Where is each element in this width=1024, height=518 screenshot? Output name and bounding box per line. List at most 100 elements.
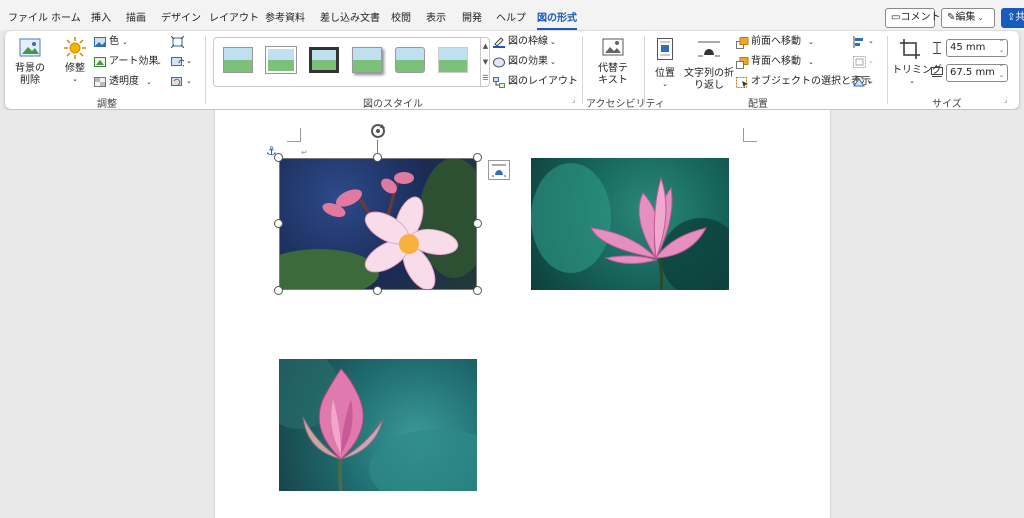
image-lotus-bud[interactable] [279, 359, 477, 491]
group-divider [644, 36, 645, 104]
resize-handle-left[interactable] [274, 219, 283, 228]
rotate-handle-icon[interactable] [370, 123, 386, 139]
group-label-picture-styles: 図のスタイル [363, 99, 423, 110]
change-picture-icon [171, 57, 184, 67]
tab-file[interactable]: ファイル [8, 12, 48, 26]
chevron-down-icon: ⌄ [122, 38, 128, 46]
chevron-down-icon: ⌄ [662, 80, 668, 88]
tab-design[interactable]: デザイン [161, 12, 201, 26]
sun-icon [64, 37, 86, 59]
resize-handle-bottom[interactable] [373, 286, 382, 295]
chevron-down-icon: ⌄ [186, 77, 192, 85]
style-thumbnail-4[interactable] [352, 47, 382, 73]
reset-picture-button[interactable]: ⌄ [169, 75, 193, 89]
chevron-down-icon: ⌄ [156, 58, 162, 66]
tab-review[interactable]: 校閲 [391, 12, 411, 26]
style-thumbnail-1[interactable] [223, 47, 253, 73]
selection-frame [279, 158, 477, 290]
resize-handle-top[interactable] [373, 153, 382, 162]
align-icon [853, 36, 863, 48]
layout-options-button[interactable] [488, 160, 510, 180]
tab-developer[interactable]: 開発 [462, 12, 482, 26]
selection-pane-icon [736, 77, 748, 88]
picture-color-icon [94, 37, 106, 47]
tab-draw[interactable]: 描画 [126, 12, 146, 26]
crop-button[interactable]: トリミング ⌄ [892, 35, 942, 91]
picture-border-button[interactable]: 図の枠線 ⌄ [493, 36, 573, 52]
color-button[interactable]: 色 ⌄ [94, 36, 154, 52]
height-icon [933, 42, 941, 54]
remove-background-button[interactable]: 背景の 削除 [10, 35, 50, 91]
chevron-down-icon: ⌄ [568, 78, 574, 86]
width-input[interactable]: 67.5 mm [946, 64, 1008, 82]
transparency-icon [94, 77, 106, 87]
margin-mark-top-left [287, 128, 301, 142]
corrections-button[interactable]: 修整 ⌄ [57, 35, 93, 91]
image-lotus-open[interactable] [531, 158, 729, 290]
art-effects-icon [94, 57, 106, 67]
send-backward-icon [736, 57, 749, 69]
align-button[interactable]: ⌄ [851, 35, 877, 51]
group-label-adjust: 調整 [97, 99, 117, 110]
lotus-open-illustration [531, 163, 729, 290]
position-icon [657, 38, 673, 60]
wrap-text-button[interactable]: 文字列の折 り返し [683, 35, 735, 91]
chevron-down-icon: ⌄ [146, 78, 152, 86]
tab-view[interactable]: 表示 [426, 12, 446, 26]
share-button[interactable]: ⇪共 [1001, 8, 1024, 28]
bring-forward-button[interactable]: 前面へ移動 ⌄ [736, 36, 816, 52]
style-thumbnail-6[interactable] [438, 47, 468, 73]
chevron-down-icon: ⌄ [550, 38, 556, 46]
tab-insert[interactable]: 挿入 [91, 12, 111, 26]
tab-references[interactable]: 参考資料 [265, 12, 305, 26]
style-thumbnail-2[interactable] [265, 46, 297, 74]
anchor-icon[interactable]: ⚓ [266, 144, 277, 158]
gallery-scroll-down[interactable]: ▼ [480, 54, 490, 70]
gallery-more[interactable]: ☰ [480, 70, 490, 87]
alt-text-button[interactable]: 代替テ キスト [593, 35, 633, 91]
gallery-scroll-up[interactable]: ▲ [480, 38, 490, 54]
chevron-down-icon: ⌄ [868, 57, 874, 65]
position-button[interactable]: 位置 ⌄ [648, 35, 682, 91]
height-input[interactable]: 45 mm [946, 39, 1008, 57]
dialog-launcher-icon[interactable]: ⌟ [1004, 96, 1007, 104]
group-objects-button[interactable]: ⌄ [851, 55, 877, 71]
style-thumbnail-5[interactable] [395, 47, 425, 73]
tab-layout[interactable]: レイアウト [209, 12, 259, 26]
chevron-down-icon: ⌄ [808, 58, 814, 66]
rotate-handle-stem [377, 140, 378, 154]
tab-help[interactable]: ヘルプ [496, 12, 526, 26]
comment-button[interactable]: ▭コメント [885, 8, 940, 28]
border-pen-icon [493, 37, 505, 48]
chevron-down-icon: ⌄ [868, 77, 874, 85]
document-page[interactable]: ⚓ ↵ [215, 110, 830, 518]
bring-forward-icon [736, 37, 749, 49]
picture-layout-button[interactable]: 図のレイアウト ⌄ [493, 76, 581, 92]
ribbon: 背景の 削除 修整 ⌄ 色 ⌄ アート効果 ⌄ 透明度 ⌄ ⌄ ⌄ 調整 ▲ ▼… [5, 31, 1019, 110]
rotate-button[interactable]: ⌄ [851, 75, 877, 91]
selection-pane-button[interactable]: オブジェクトの選択と表示 [736, 76, 871, 92]
width-icon [931, 67, 943, 77]
chevron-down-icon: ⌄ [868, 37, 874, 45]
resize-handle-bottom-right[interactable] [473, 286, 482, 295]
edit-mode-button[interactable]: ✎編集 ⌄ [941, 8, 995, 28]
picture-effects-button[interactable]: 図の効果 ⌄ [493, 56, 573, 72]
tab-mailings[interactable]: 差し込み文書 [320, 12, 380, 26]
lotus-bud-illustration [279, 359, 477, 491]
tab-picture-format[interactable]: 図の形式 [537, 12, 577, 30]
art-effects-button[interactable]: アート効果 ⌄ [94, 56, 164, 72]
compress-pictures-button[interactable] [169, 35, 191, 49]
dialog-launcher-icon[interactable]: ⌟ [572, 96, 575, 104]
transparency-button[interactable]: 透明度 ⌄ [94, 76, 164, 92]
chevron-down-icon: ⌄ [909, 77, 915, 85]
style-thumbnail-3[interactable] [309, 47, 339, 73]
document-canvas: ⚓ ↵ [0, 110, 1024, 518]
resize-handle-top-right[interactable] [473, 153, 482, 162]
tab-home[interactable]: ホーム [51, 12, 81, 26]
change-picture-button[interactable]: ⌄ [169, 55, 193, 69]
group-objects-icon [853, 56, 866, 68]
resize-handle-right[interactable] [473, 219, 482, 228]
paragraph-mark-icon: ↵ [301, 148, 308, 157]
send-backward-button[interactable]: 背面へ移動 ⌄ [736, 56, 816, 72]
resize-handle-bottom-left[interactable] [274, 286, 283, 295]
